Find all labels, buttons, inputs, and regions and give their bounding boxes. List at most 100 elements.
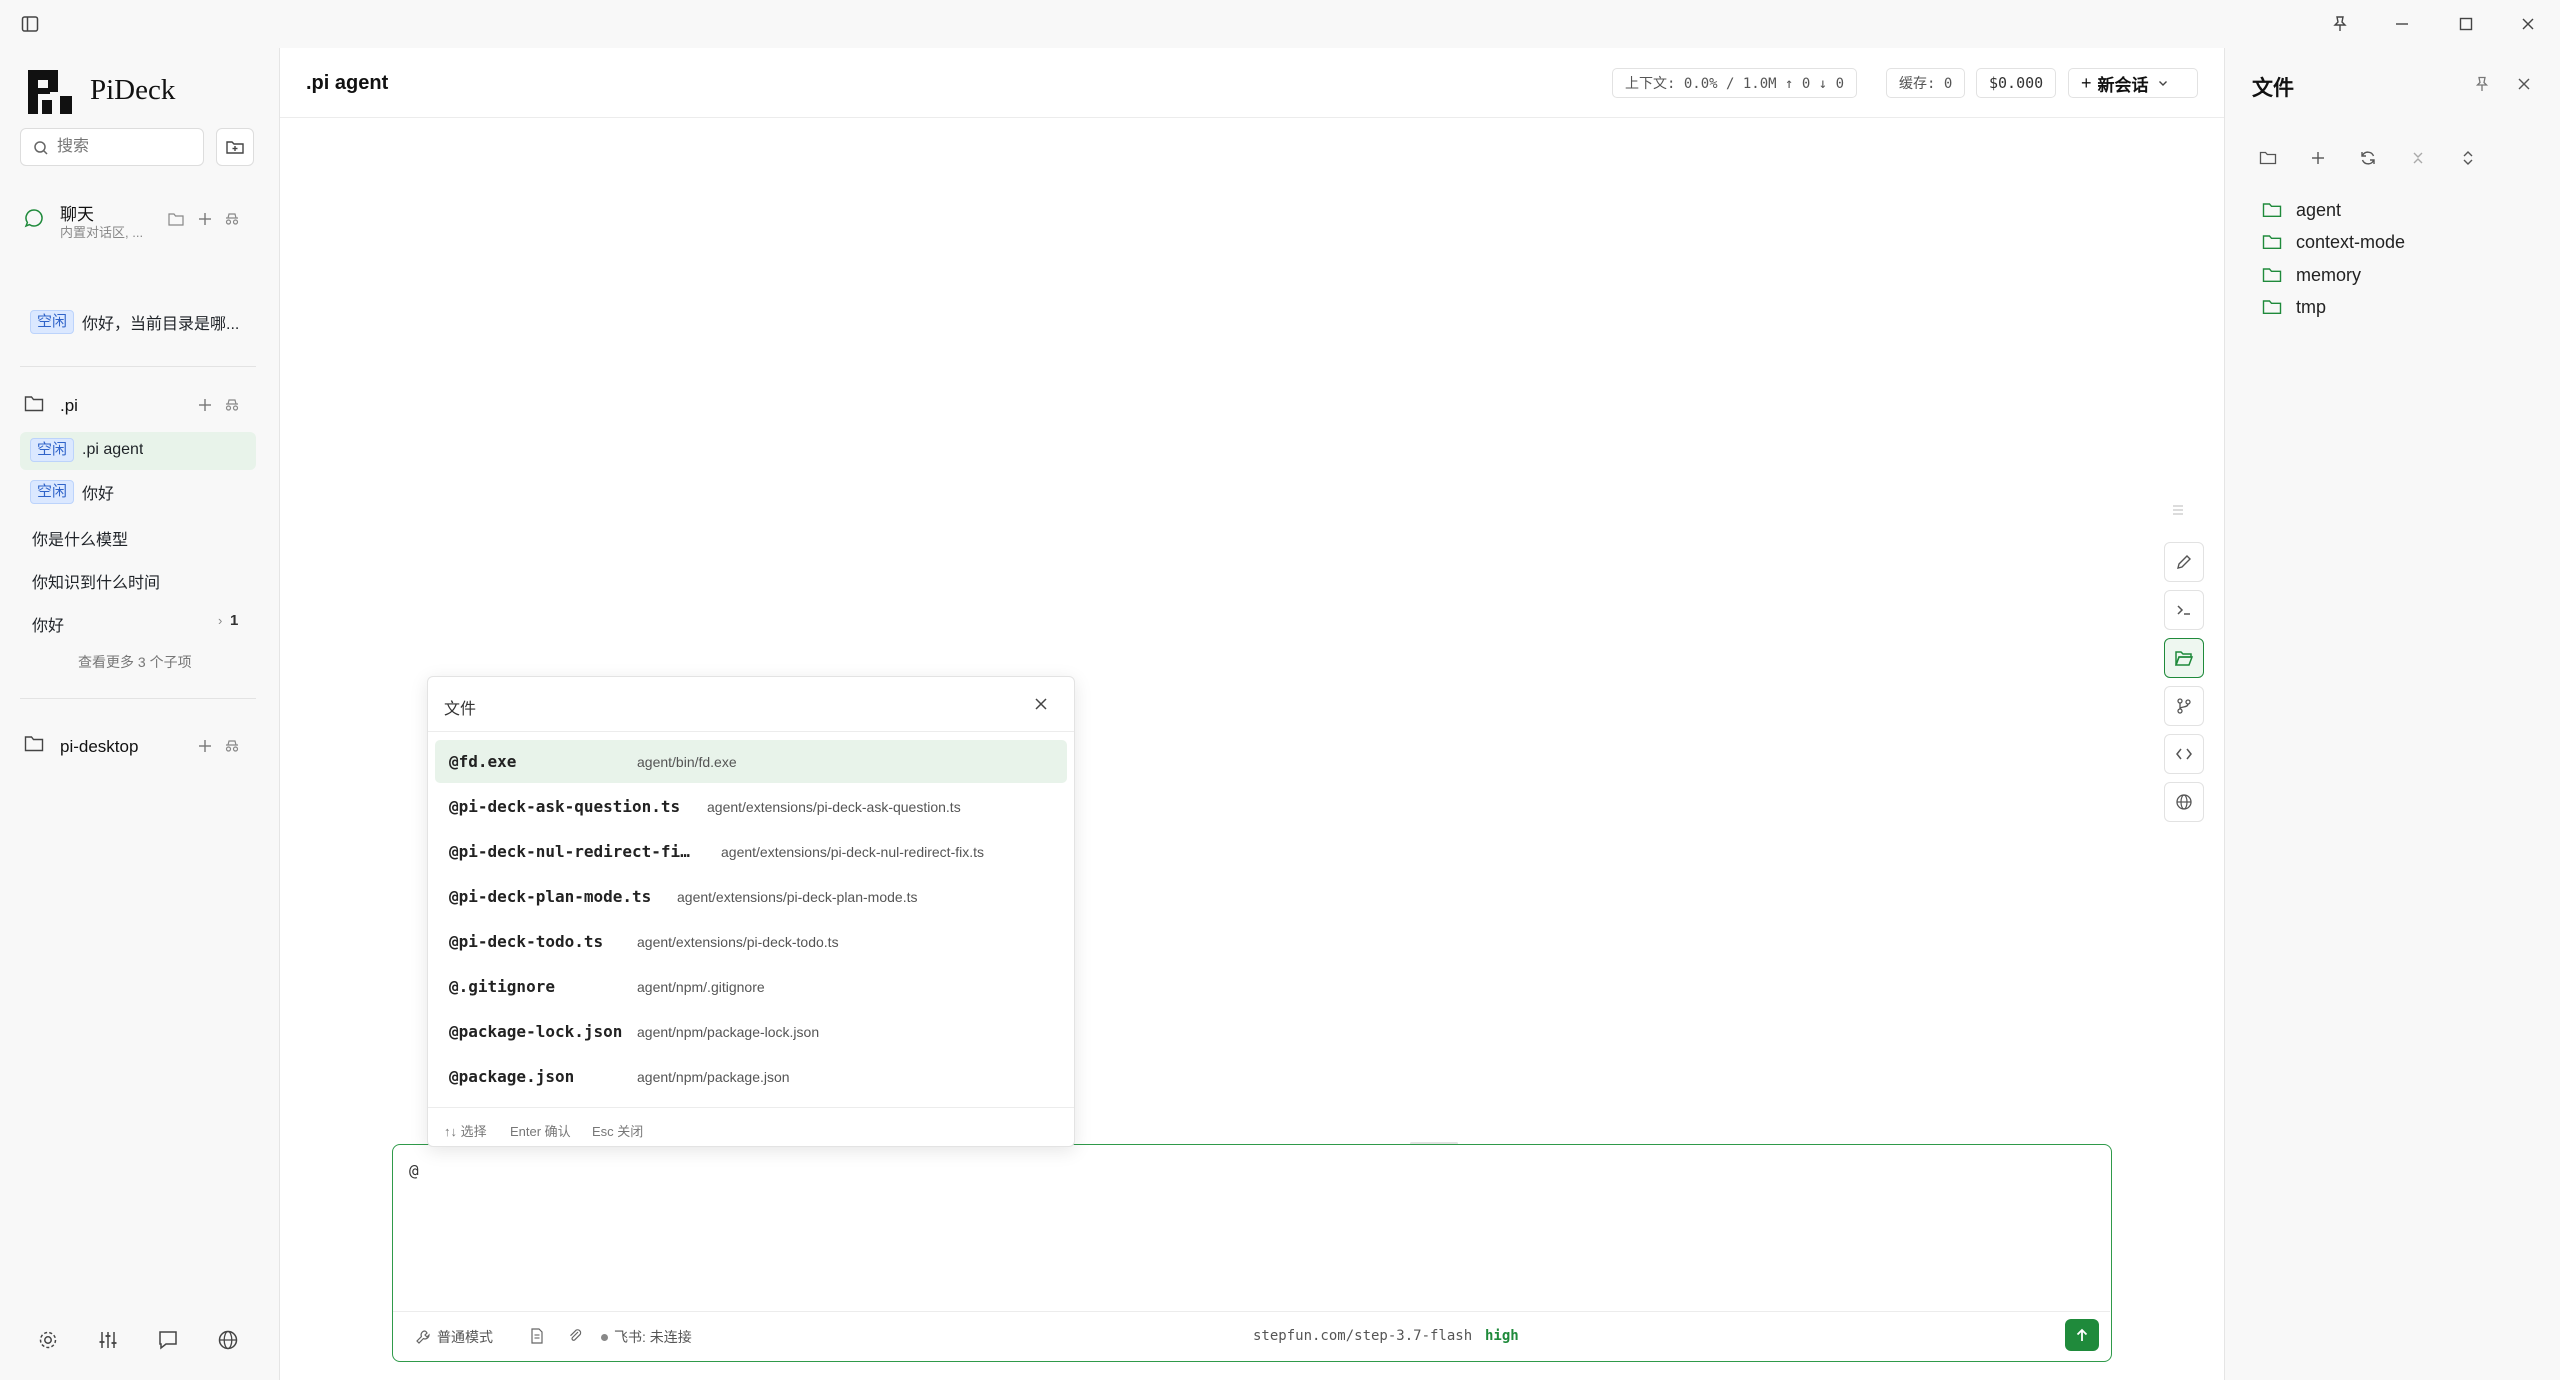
- file-option[interactable]: @fd.exe agent/bin/fd.exe: [435, 740, 1067, 783]
- expand-all-icon[interactable]: [2456, 146, 2480, 170]
- chevron-right-icon[interactable]: ›: [218, 613, 222, 628]
- status-badge: 空闲: [30, 480, 75, 504]
- close-window-icon[interactable]: [2516, 12, 2540, 36]
- open-folder-icon[interactable]: [2256, 146, 2280, 170]
- new-session-button[interactable]: + 新会话: [2068, 68, 2198, 98]
- edit-pencil-button[interactable]: [2164, 542, 2204, 582]
- tree-folder-memory[interactable]: memory: [2262, 262, 2361, 288]
- settings-gear-icon[interactable]: [34, 1326, 62, 1354]
- divider: [393, 1311, 2110, 1312]
- file-name: @fd.exe: [449, 752, 517, 771]
- tree-folder-context-mode[interactable]: context-mode: [2262, 229, 2405, 255]
- arrow-up-icon: [2076, 1328, 2088, 1341]
- collapse-all-icon[interactable]: [2406, 146, 2430, 170]
- search-input[interactable]: [57, 135, 197, 159]
- message-icon[interactable]: [154, 1326, 182, 1354]
- file-path: agent/npm/package.json: [637, 1068, 790, 1085]
- pencil-icon: [2177, 555, 2191, 569]
- file-option[interactable]: @.gitignore agent/npm/.gitignore: [435, 965, 1067, 1008]
- list-outline-icon[interactable]: [2164, 496, 2192, 524]
- file-option[interactable]: @pi-deck-todo.ts agent/extensions/pi-dec…: [435, 920, 1067, 963]
- composer: @ 普通模式 飞书: 未连接 stepfun.com/step-3.7-flas…: [392, 1144, 2112, 1362]
- effort-selector[interactable]: high: [1485, 1328, 1519, 1344]
- folder-icon: [2262, 203, 2282, 217]
- feishu-status[interactable]: 飞书: 未连接: [601, 1327, 692, 1347]
- file-option[interactable]: @pi-deck-ask-question.ts agent/extension…: [435, 785, 1067, 828]
- popup-title: 文件: [444, 701, 477, 718]
- globe-icon[interactable]: [214, 1326, 242, 1354]
- file-option[interactable]: @package-lock.json agent/npm/package-loc…: [435, 1010, 1067, 1053]
- file-name: @package.json: [449, 1067, 575, 1086]
- model-selector[interactable]: stepfun.com/step-3.7-flash: [1253, 1328, 1472, 1344]
- cache-badge: 缓存: 0: [1886, 68, 1966, 98]
- sidebar: PiDeck 聊天 内置对话区, ... 空闲 你好，当前目录是哪... .pi: [0, 48, 280, 1380]
- file-path: agent/extensions/pi-deck-ask-question.ts: [707, 798, 961, 815]
- incognito-icon[interactable]: [224, 739, 240, 753]
- file-name: @pi-deck-todo.ts: [449, 932, 604, 951]
- add-session-icon[interactable]: [198, 398, 212, 412]
- message-input[interactable]: @: [409, 1161, 419, 1180]
- maximize-icon[interactable]: [2454, 12, 2478, 36]
- pin-window-icon[interactable]: [2328, 12, 2352, 36]
- file-name: @pi-deck-nul-redirect-fi…: [449, 842, 690, 861]
- app-name: PiDeck: [90, 74, 176, 106]
- folder-icon: [24, 394, 44, 412]
- file-option[interactable]: @package.json agent/npm/package.json: [435, 1055, 1067, 1098]
- wrench-icon: [416, 1330, 430, 1344]
- git-branch-button[interactable]: [2164, 686, 2204, 726]
- session-item-hello[interactable]: 空闲 你好: [30, 480, 114, 504]
- incognito-icon[interactable]: [224, 212, 240, 226]
- toggle-sidebar-icon[interactable]: [18, 12, 42, 36]
- chat-session-item[interactable]: 空闲 你好，当前目录是哪...: [30, 310, 262, 334]
- project-pi-desktop-title[interactable]: pi-desktop: [60, 737, 138, 757]
- attachment-icon[interactable]: [567, 1328, 583, 1344]
- folder-icon[interactable]: [168, 212, 184, 226]
- session-item-hello-2[interactable]: 你好: [32, 612, 64, 636]
- files-panel-title: 文件: [2252, 77, 2294, 100]
- file-path: agent/extensions/pi-deck-todo.ts: [637, 933, 839, 950]
- file-option[interactable]: @pi-deck-nul-redirect-fi… agent/extensio…: [435, 830, 1067, 873]
- show-more-link[interactable]: 查看更多 3 个子项: [78, 652, 192, 672]
- globe-icon: [2176, 794, 2192, 810]
- divider: [428, 731, 1074, 732]
- project-pi-title[interactable]: .pi: [60, 396, 78, 416]
- code-button[interactable]: [2164, 734, 2204, 774]
- pin-panel-icon[interactable]: [2470, 72, 2494, 96]
- session-item-model[interactable]: 你是什么模型: [32, 526, 128, 550]
- tree-folder-tmp[interactable]: tmp: [2262, 294, 2326, 320]
- refresh-icon[interactable]: [2356, 146, 2380, 170]
- tree-folder-agent[interactable]: agent: [2262, 197, 2341, 223]
- document-icon[interactable]: [529, 1328, 545, 1344]
- terminal-button[interactable]: [2164, 590, 2204, 630]
- add-session-icon[interactable]: [198, 739, 212, 753]
- folder-plus-icon: [226, 141, 244, 154]
- file-path: agent/extensions/pi-deck-plan-mode.ts: [677, 888, 918, 905]
- sliders-icon[interactable]: [94, 1326, 122, 1354]
- hint-close: Esc 关闭: [592, 1124, 644, 1139]
- search-box[interactable]: [20, 128, 204, 166]
- file-name: @.gitignore: [449, 977, 555, 996]
- session-label: 你好，当前目录是哪...: [82, 316, 240, 333]
- close-panel-icon[interactable]: [2512, 72, 2536, 96]
- mode-selector[interactable]: 普通模式: [415, 1327, 493, 1347]
- folder-name: memory: [2296, 264, 2362, 285]
- file-option[interactable]: @pi-deck-plan-mode.ts agent/extensions/p…: [435, 875, 1067, 918]
- session-item-pi-agent[interactable]: 空闲 .pi agent: [30, 438, 143, 462]
- files-panel-button[interactable]: [2164, 638, 2204, 678]
- terminal-icon: [2177, 605, 2190, 615]
- session-item-knowledge[interactable]: 你知识到什么时间: [32, 569, 160, 593]
- send-button[interactable]: [2065, 1319, 2099, 1351]
- child-count-badge: 1: [230, 612, 239, 629]
- new-session-label: 新会话: [2097, 75, 2149, 95]
- folder-open-icon: [2174, 651, 2194, 666]
- browser-button[interactable]: [2164, 782, 2204, 822]
- git-branch-icon: [2177, 698, 2191, 714]
- session-label: .pi agent: [82, 441, 144, 458]
- add-icon[interactable]: [198, 212, 212, 226]
- incognito-icon[interactable]: [224, 398, 240, 412]
- new-file-icon[interactable]: [2306, 146, 2330, 170]
- close-popup-icon[interactable]: [1028, 691, 1054, 717]
- new-folder-button[interactable]: [216, 128, 254, 166]
- minimize-icon[interactable]: [2390, 12, 2414, 36]
- plus-icon: +: [2081, 72, 2092, 93]
